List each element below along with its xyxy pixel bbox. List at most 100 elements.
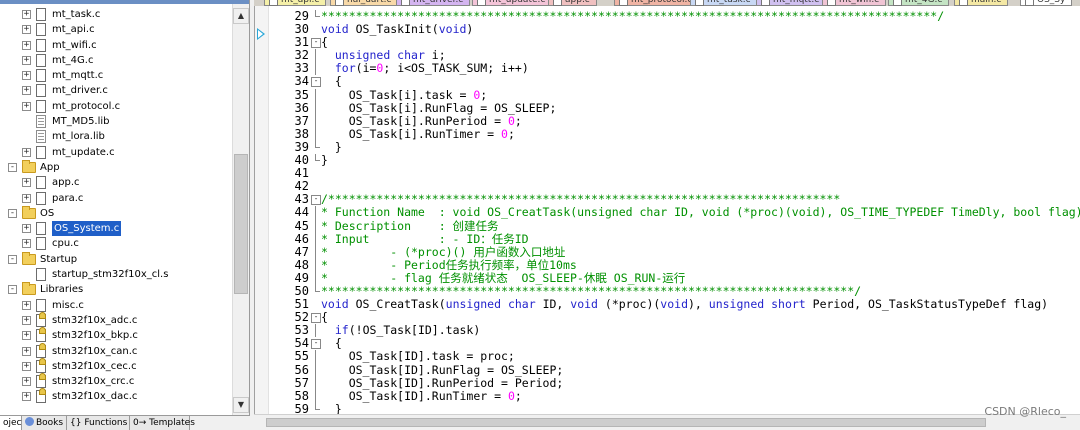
code-line[interactable]: 39 } <box>255 140 1080 154</box>
scroll-down-arrow-icon[interactable]: ▼ <box>233 397 249 413</box>
expand-icon[interactable]: + <box>22 239 31 249</box>
tree-file-item[interactable]: mt_lora.lib <box>0 129 232 144</box>
code-line[interactable]: 53 if(!OS_Task[ID].task) <box>255 323 1080 338</box>
expand-icon[interactable]: + <box>22 377 31 387</box>
collapse-icon[interactable]: - <box>8 285 17 295</box>
fold-guide <box>311 154 320 167</box>
expand-icon[interactable]: + <box>22 86 31 96</box>
code-line[interactable]: 41 <box>255 167 1080 180</box>
comment-token: * Function Name : void OS_CreatTask(unsi… <box>321 205 1080 220</box>
expand-icon[interactable]: + <box>22 331 31 341</box>
code-line[interactable]: 58 OS_Task[ID].RunTimer = 0; <box>255 388 1080 403</box>
expand-icon[interactable]: + <box>22 40 31 50</box>
tree-file-item[interactable]: + mt_task.c <box>0 7 232 22</box>
expand-icon[interactable]: + <box>22 300 31 310</box>
tree-file-item[interactable]: + stm32f10x_can.c <box>0 342 232 359</box>
source-file-icon <box>36 53 46 67</box>
tab-functions[interactable]: {} Functions <box>67 416 130 430</box>
code-text: } <box>321 402 342 414</box>
tab-project[interactable]: oject <box>0 416 25 430</box>
tree-item-label: mt_wifi.c <box>52 39 97 51</box>
expand-icon[interactable]: + <box>22 25 31 35</box>
code-text: void OS_TaskInit(void) <box>321 23 473 36</box>
code-text: OS_Task[ID].RunTimer = 0; <box>321 388 522 403</box>
expand-icon[interactable]: + <box>22 71 31 81</box>
expand-icon[interactable]: + <box>22 55 31 65</box>
code-editor[interactable]: 29 **************************************… <box>254 6 1080 414</box>
fold-toggle-icon[interactable] <box>311 337 321 350</box>
fold-guide <box>311 232 320 246</box>
tree-file-item[interactable]: + mt_driver.c <box>0 83 232 98</box>
tree-folder[interactable]: - App <box>0 159 232 175</box>
collapse-icon[interactable]: - <box>8 208 17 218</box>
tree-file-item[interactable]: + mt_update.c <box>0 145 232 160</box>
code-line[interactable]: 51 void OS_CreatTask(unsigned char ID, vo… <box>255 297 1080 311</box>
fold-guide <box>311 62 320 76</box>
expand-icon[interactable]: + <box>22 147 31 157</box>
fold-guide <box>311 88 320 102</box>
expand-icon[interactable]: + <box>22 346 31 356</box>
scroll-thumb[interactable] <box>234 154 248 294</box>
expand-icon[interactable]: + <box>22 315 31 325</box>
expand-icon[interactable]: + <box>22 10 31 19</box>
tree-file-item[interactable]: + mt_api.c <box>0 22 232 37</box>
tree-file-item[interactable]: + app.c <box>0 175 232 190</box>
fold-guide <box>311 167 320 180</box>
tree-file-item[interactable]: + mt_mqtt.c <box>0 68 232 83</box>
tree-item-label: app.c <box>52 177 80 189</box>
tab-books[interactable]: Books <box>22 416 67 430</box>
line-number: 47 <box>294 244 309 259</box>
tree-file-item[interactable]: + misc.c <box>0 298 232 313</box>
fold-guide <box>311 389 320 403</box>
fold-toggle-icon[interactable] <box>311 36 321 49</box>
tree-file-item[interactable]: + mt_4G.c <box>0 53 232 68</box>
tree-file-item[interactable]: + para.c <box>0 191 232 206</box>
code-text: } <box>321 153 328 167</box>
tree-file-item[interactable]: + stm32f10x_dac.c <box>0 388 232 404</box>
number-token: 0 <box>507 388 515 403</box>
fold-toggle-icon[interactable] <box>311 311 321 324</box>
scroll-thumb[interactable] <box>266 418 986 427</box>
fold-guide <box>311 49 320 63</box>
code-token: ; <box>514 113 522 128</box>
expand-icon[interactable]: + <box>22 361 31 371</box>
code-line[interactable]: 33 for(i=0; i<OS_TASK_SUM; i++) <box>255 61 1080 76</box>
expand-icon[interactable]: + <box>22 101 31 111</box>
tree-item-label: mt_protocol.c <box>52 100 121 112</box>
fold-toggle-icon[interactable] <box>311 193 321 206</box>
tree-item-label: Libraries <box>40 284 84 296</box>
tree-file-item[interactable]: + stm32f10x_cec.c <box>0 357 232 374</box>
watermark: CSDN @Rleco_ <box>984 405 1066 418</box>
collapse-icon[interactable]: - <box>8 254 17 264</box>
code-line[interactable]: 59 } <box>255 401 1080 414</box>
fold-toggle-icon[interactable] <box>311 75 321 88</box>
code-line[interactable]: 40} <box>255 153 1080 167</box>
tree-folder[interactable]: - Startup <box>0 251 232 267</box>
line-number: 59 <box>294 401 309 414</box>
folder-icon <box>22 205 36 219</box>
tree-file-item[interactable]: + cpu.c <box>0 236 232 251</box>
project-tree-scrollbar[interactable]: ▲ ▼ <box>232 4 249 415</box>
tab-templates[interactable]: 0→ Templates <box>130 416 195 430</box>
tree-file-item[interactable]: + stm32f10x_adc.c <box>0 311 232 328</box>
tree-file-item[interactable]: + stm32f10x_bkp.c <box>0 327 232 343</box>
code-line[interactable]: 38 OS_Task[i].RunTimer = 0; <box>255 127 1080 141</box>
expand-icon[interactable]: + <box>22 193 31 203</box>
tree-file-item[interactable]: + mt_wifi.c <box>0 38 232 53</box>
tree-file-item[interactable]: MT_MD5.lib <box>0 114 232 129</box>
scroll-up-arrow-icon[interactable]: ▲ <box>233 8 249 24</box>
editor-horizontal-scrollbar[interactable] <box>254 414 1080 430</box>
tree-file-item[interactable]: + stm32f10x_crc.c <box>0 373 232 389</box>
tree-folder[interactable]: - Libraries <box>0 282 232 297</box>
tree-file-item[interactable]: + OS_System.c <box>0 220 232 238</box>
expand-icon[interactable]: + <box>22 178 31 188</box>
collapse-icon[interactable]: - <box>8 162 17 172</box>
expand-icon[interactable]: + <box>22 392 31 402</box>
code-line[interactable]: 30 void OS_TaskInit(void) <box>255 22 1080 36</box>
tree-folder[interactable]: - OS <box>0 205 232 221</box>
tree-file-item[interactable]: startup_stm32f10x_cl.s <box>0 267 232 282</box>
expand-icon[interactable]: + <box>22 224 31 234</box>
tree-file-item[interactable]: + mt_protocol.c <box>0 99 232 114</box>
